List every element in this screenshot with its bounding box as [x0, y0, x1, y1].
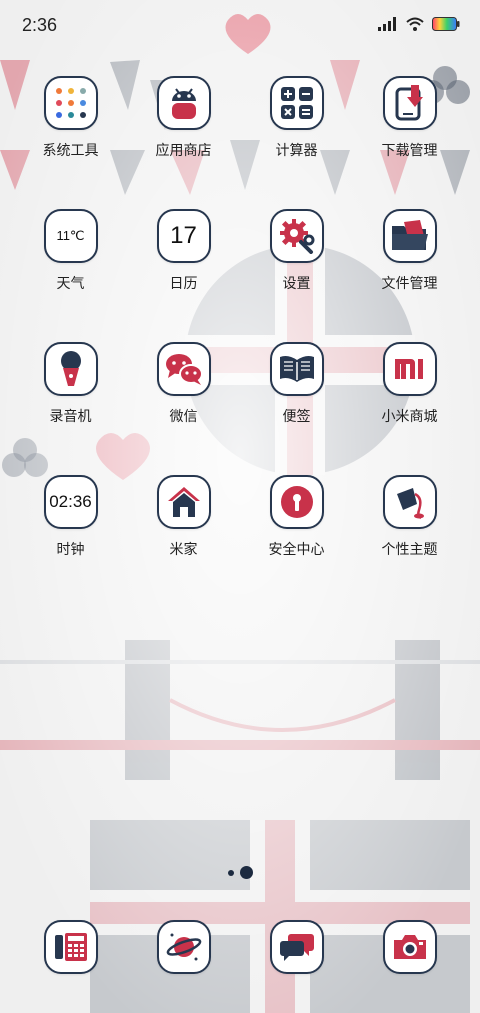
phone-icon: [43, 920, 98, 974]
calendar-day: 17: [170, 222, 197, 249]
signal-icon: [378, 16, 398, 35]
app-label: 微信: [169, 409, 198, 425]
app-weather[interactable]: 11℃ 天气: [14, 209, 127, 293]
app-settings[interactable]: 设置: [240, 209, 353, 293]
app-wechat[interactable]: 微信: [127, 342, 240, 426]
app-label: 设置: [282, 276, 311, 292]
app-themes[interactable]: 个性主题: [353, 475, 466, 559]
status-icons: [378, 16, 460, 35]
gear-icon: [269, 209, 324, 263]
app-label: 天气: [56, 276, 85, 292]
folder-icon: [43, 76, 98, 130]
page-indicator[interactable]: [0, 866, 480, 879]
paint-bucket-icon: [382, 475, 437, 529]
app-label: 便签: [282, 409, 311, 425]
app-mi-store[interactable]: 小米商城: [353, 342, 466, 426]
battery-icon: [432, 16, 460, 35]
clock-time: 02:36: [49, 492, 92, 511]
weather-icon: 11℃: [43, 209, 98, 263]
app-label: 个性主题: [381, 542, 438, 558]
app-file-manager[interactable]: 文件管理: [353, 209, 466, 293]
app-notes[interactable]: 便签: [240, 342, 353, 426]
app-download-manager[interactable]: 下载管理: [353, 76, 466, 160]
camera-icon: [382, 920, 437, 974]
dock-phone[interactable]: [14, 920, 127, 974]
app-label: 时钟: [56, 542, 85, 558]
app-app-store[interactable]: 应用商店: [127, 76, 240, 160]
app-label: 小米商城: [381, 409, 438, 425]
calendar-icon: 17: [156, 209, 211, 263]
app-label: 文件管理: [381, 276, 438, 292]
app-clock[interactable]: 02:36 时钟: [14, 475, 127, 559]
app-label: 录音机: [49, 409, 92, 425]
app-calculator[interactable]: 计算器: [240, 76, 353, 160]
page-dot-active[interactable]: [239, 866, 253, 879]
wifi-icon: [406, 16, 424, 35]
page-dot[interactable]: [227, 869, 234, 876]
app-security-center[interactable]: 安全中心: [240, 475, 353, 559]
book-icon: [269, 342, 324, 396]
app-calendar[interactable]: 17 日历: [127, 209, 240, 293]
app-label: 安全中心: [268, 542, 325, 558]
dock-camera[interactable]: [353, 920, 466, 974]
download-icon: [382, 76, 437, 130]
app-system-tools[interactable]: 系统工具: [14, 76, 127, 160]
mi-logo-icon: [382, 342, 437, 396]
app-label: 应用商店: [155, 143, 212, 159]
app-label: 下载管理: [381, 143, 438, 159]
clock-icon: 02:36: [43, 475, 98, 529]
weather-temperature: 11℃: [56, 228, 85, 243]
dock-messages[interactable]: [240, 920, 353, 974]
app-recorder[interactable]: 录音机: [14, 342, 127, 426]
app-label: 米家: [169, 542, 198, 558]
home-icon: [156, 475, 211, 529]
status-time: 2:36: [22, 15, 58, 35]
app-label: 日历: [169, 276, 198, 292]
android-robot-icon: [156, 76, 211, 130]
app-label: 计算器: [275, 143, 318, 159]
shield-keyhole-icon: [269, 475, 324, 529]
app-label: 系统工具: [42, 143, 99, 159]
microphone-icon: [43, 342, 98, 396]
chat-bubbles-icon: [156, 342, 211, 396]
dock-browser[interactable]: [127, 920, 240, 974]
planet-browser-icon: [156, 920, 211, 974]
calculator-icon: [269, 76, 324, 130]
status-bar: 2:36: [0, 0, 480, 52]
file-folder-icon: [382, 209, 437, 263]
app-mi-home[interactable]: 米家: [127, 475, 240, 559]
messages-icon: [269, 920, 324, 974]
